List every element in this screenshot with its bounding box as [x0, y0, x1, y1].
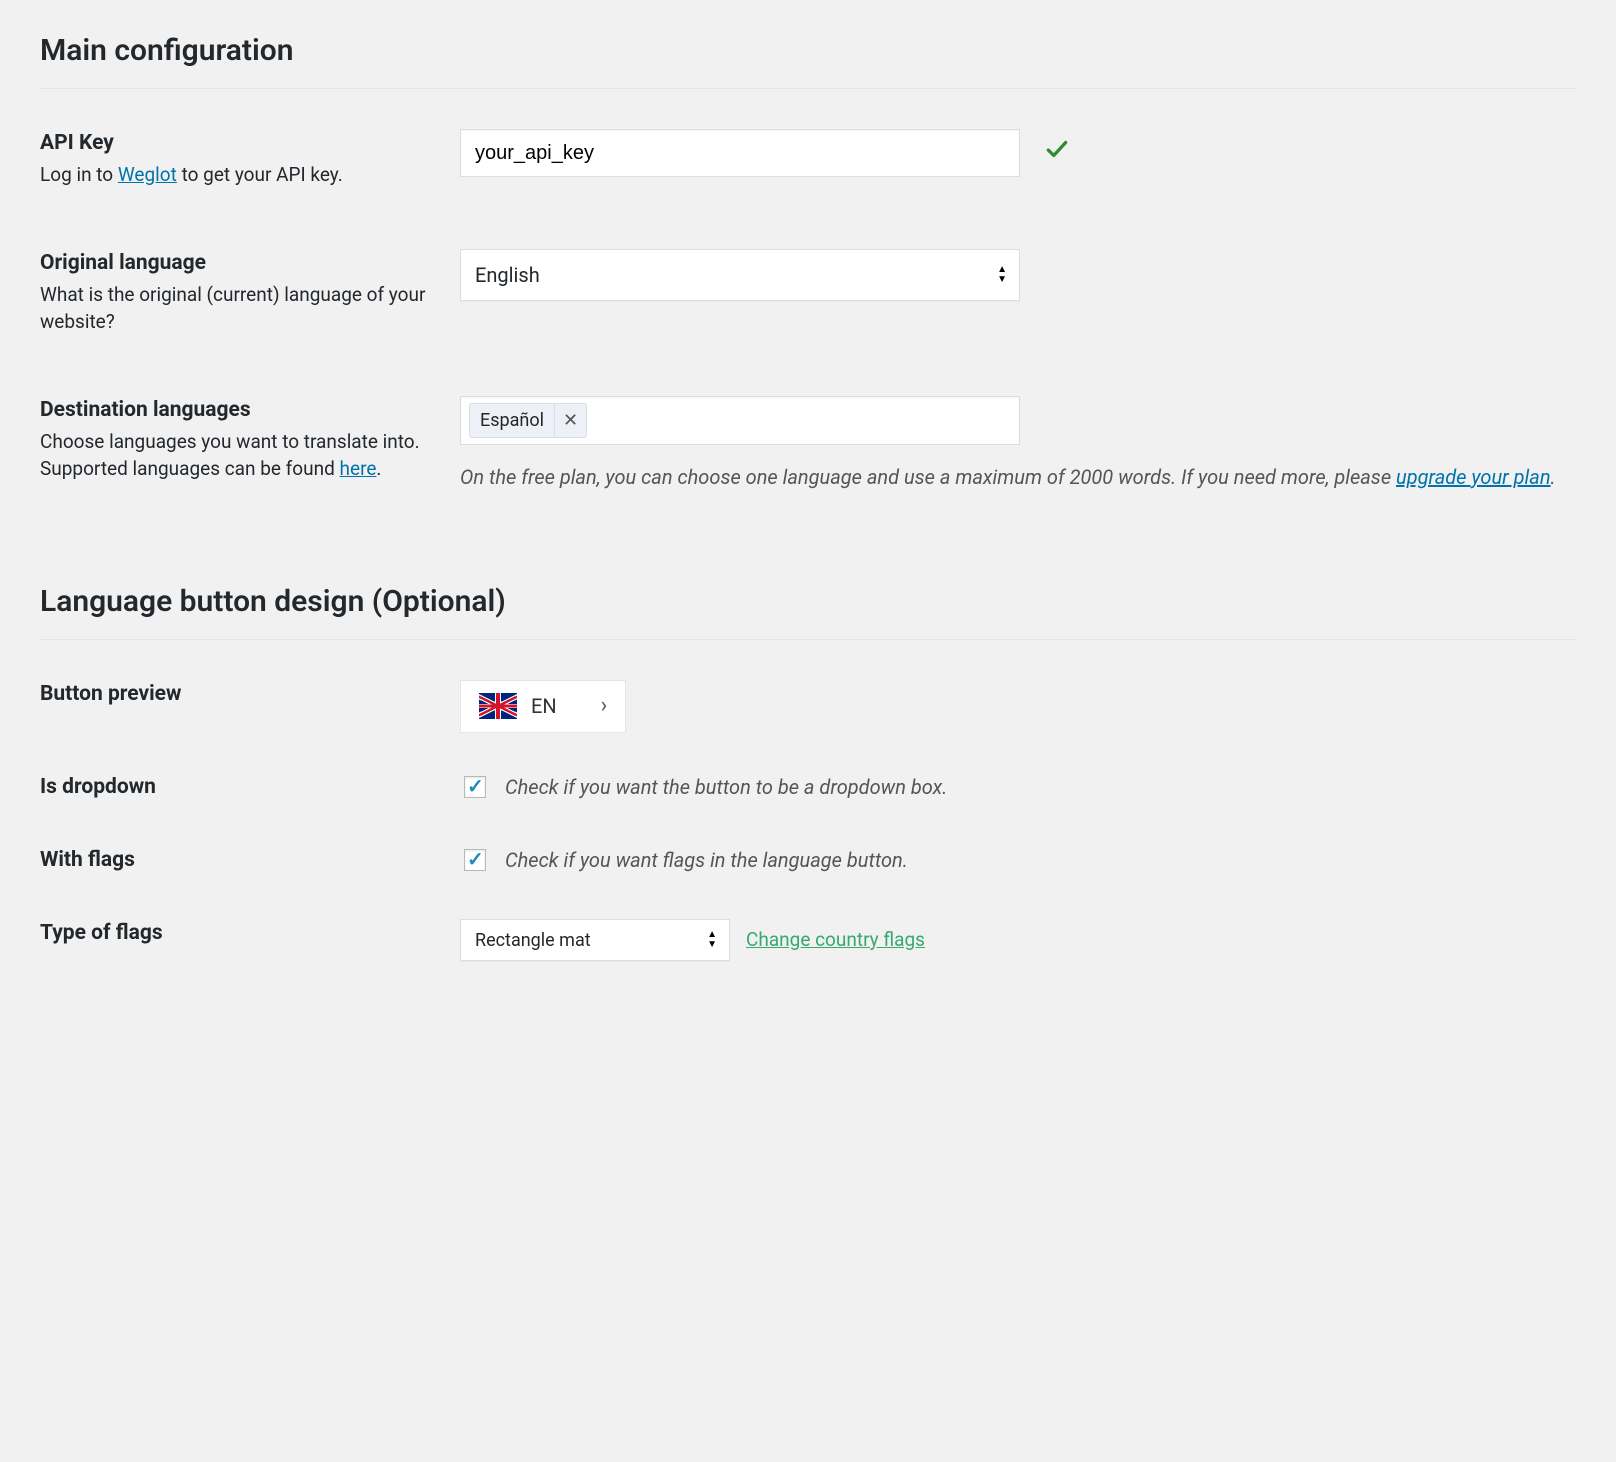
remove-tag-icon[interactable]: ✕: [554, 404, 586, 437]
hint-destination-languages: On the free plan, you can choose one lan…: [460, 463, 1576, 491]
divider: [40, 639, 1576, 640]
label-with-flags: With flags: [40, 846, 430, 875]
language-tag: Español ✕: [469, 403, 587, 438]
language-button-preview[interactable]: EN ›: [460, 680, 626, 733]
desc-api-key: Log in to Weglot to get your API key.: [40, 162, 430, 189]
language-code: EN: [531, 692, 557, 720]
select-type-of-flags[interactable]: Rectangle mat ▲▼: [460, 919, 730, 961]
row-with-flags: With flags Check if you want flags in th…: [40, 846, 1576, 879]
checkbox-with-flags[interactable]: [464, 849, 486, 871]
label-original-language: Original language: [40, 249, 430, 278]
row-is-dropdown: Is dropdown Check if you want the button…: [40, 773, 1576, 806]
select-arrows-icon: ▲▼: [707, 930, 717, 950]
label-is-dropdown: Is dropdown: [40, 773, 430, 802]
chevron-right-icon: ›: [601, 691, 608, 722]
text: On the free plan, you can choose one lan…: [460, 465, 1396, 489]
flag-uk-icon: [479, 693, 517, 719]
label-destination-languages: Destination languages: [40, 396, 430, 425]
row-original-language: Original language What is the original (…: [40, 249, 1576, 336]
select-value: Rectangle mat: [475, 928, 591, 953]
checkbox-is-dropdown[interactable]: [464, 776, 486, 798]
section-language-button-design: Language button design (Optional): [40, 581, 1576, 623]
desc-is-dropdown: Check if you want the button to be a dro…: [505, 773, 947, 801]
label-button-preview: Button preview: [40, 680, 430, 709]
desc-original-language: What is the original (current) language …: [40, 282, 430, 335]
input-api-key[interactable]: [460, 129, 1020, 177]
text: Log in to: [40, 163, 118, 186]
divider: [40, 88, 1576, 89]
desc-destination-languages: Choose languages you want to translate i…: [40, 429, 430, 482]
row-type-of-flags: Type of flags Rectangle mat ▲▼ Change co…: [40, 919, 1576, 961]
label-type-of-flags: Type of flags: [40, 919, 430, 948]
section-main-config: Main configuration: [40, 30, 1576, 72]
desc-with-flags: Check if you want flags in the language …: [505, 846, 908, 874]
text: .: [1551, 465, 1556, 489]
link-weglot[interactable]: Weglot: [118, 163, 177, 186]
select-original-language[interactable]: English ▲▼: [460, 249, 1020, 301]
row-destination-languages: Destination languages Choose languages y…: [40, 396, 1576, 491]
select-arrows-icon: ▲▼: [997, 265, 1007, 285]
link-change-country-flags[interactable]: Change country flags: [746, 927, 925, 954]
text: .: [376, 457, 381, 480]
input-destination-languages[interactable]: Español ✕: [460, 396, 1020, 445]
link-here[interactable]: here: [340, 457, 377, 480]
text: to get your API key.: [177, 163, 343, 186]
select-value: English: [475, 261, 540, 289]
link-upgrade-plan[interactable]: upgrade your plan: [1396, 465, 1551, 489]
row-button-preview: Button preview EN ›: [40, 680, 1576, 733]
row-api-key: API Key Log in to Weglot to get your API…: [40, 129, 1576, 189]
language-tag-label: Español: [470, 404, 554, 437]
check-icon: [1044, 136, 1070, 170]
label-api-key: API Key: [40, 129, 430, 158]
